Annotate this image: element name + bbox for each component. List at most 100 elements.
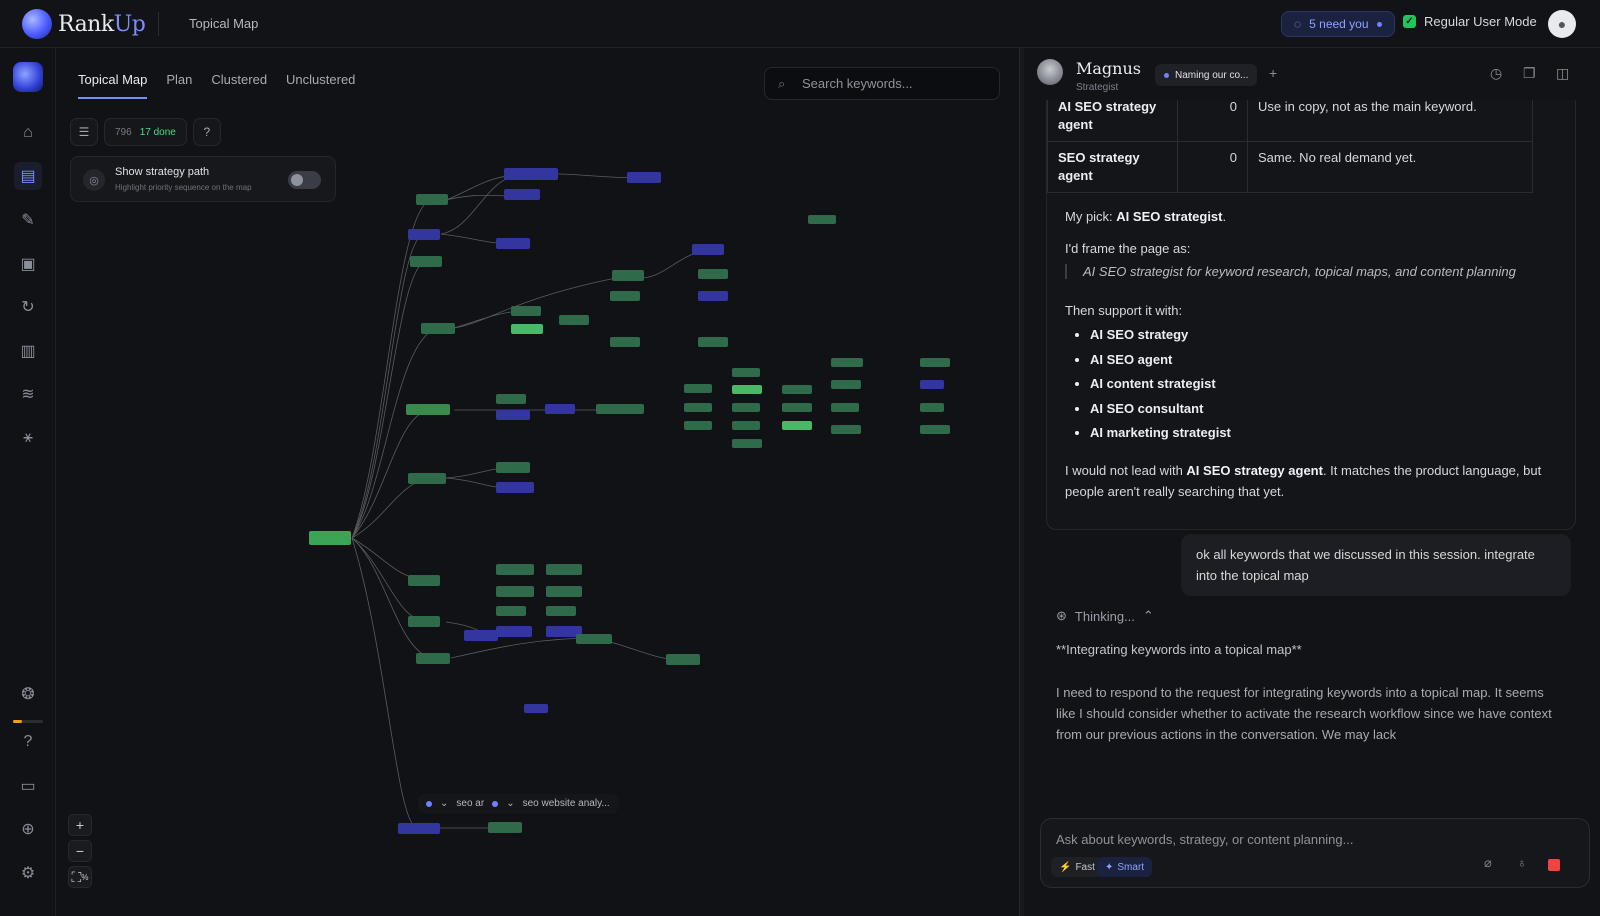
map-node — [920, 358, 950, 367]
microphone-icon[interactable]: ♁ — [1517, 855, 1527, 870]
user-avatar[interactable]: ● — [1548, 10, 1576, 38]
cluster-legend[interactable]: ⌄ seo ar ⌄ seo website analy... — [418, 794, 618, 813]
legend-dot — [492, 800, 499, 807]
volume-cell: 0 — [1177, 141, 1248, 193]
need-you-label: 5 need you — [1309, 17, 1369, 31]
add-user-icon[interactable]: ⊕ — [14, 815, 42, 843]
list-item: AI SEO consultant — [1090, 401, 1231, 426]
conversation-selector[interactable]: Naming our co... — [1155, 64, 1258, 86]
map-node — [684, 384, 712, 393]
page-title: Topical Map — [189, 16, 259, 31]
map-node — [408, 575, 440, 586]
keyword-table: AI SEO strategy agent 0 Use in copy, not… — [1047, 90, 1533, 193]
map-node — [684, 421, 712, 430]
map-node — [808, 215, 836, 224]
legend-item-b[interactable]: seo website analy... — [523, 798, 610, 809]
brand-name: RankUp — [58, 11, 146, 37]
map-node — [406, 404, 450, 415]
chats-icon[interactable]: ❐ — [1523, 65, 1536, 82]
history-icon[interactable]: ◷ — [1490, 65, 1502, 82]
list-item: AI SEO agent — [1090, 352, 1231, 377]
map-node — [920, 425, 950, 434]
fit-view-button[interactable]: ⛶% — [68, 866, 92, 888]
agent-avatar[interactable] — [1037, 59, 1063, 85]
new-conversation-icon[interactable]: + — [1269, 65, 1277, 81]
database-icon[interactable]: ≋ — [14, 380, 42, 408]
chart-icon[interactable]: ▥ — [14, 337, 42, 365]
pulse-icon[interactable]: ❂ — [14, 680, 42, 708]
chevron-down-icon[interactable]: ⌄ — [506, 798, 514, 809]
user-mode-toggle[interactable]: ✓ Regular User Mode — [1403, 14, 1537, 29]
map-node — [496, 586, 534, 597]
home-icon[interactable]: ⌂ — [14, 119, 42, 147]
checkbox-icon[interactable]: ✓ — [1403, 15, 1416, 28]
tab-clustered[interactable]: Clustered — [211, 72, 267, 99]
map-node — [511, 306, 541, 316]
map-node — [496, 238, 530, 249]
workspace-logo-icon[interactable] — [13, 62, 43, 92]
tab-unclustered[interactable]: Unclustered — [286, 72, 355, 99]
filter-sliders-icon[interactable]: ☰ — [70, 118, 98, 146]
clipboard-icon[interactable]: ▣ — [14, 250, 42, 278]
document-icon[interactable]: ✎ — [14, 206, 42, 234]
list-item: AI marketing strategist — [1090, 425, 1231, 450]
map-node — [782, 421, 812, 430]
map-node — [410, 256, 442, 267]
help-icon[interactable]: ? — [14, 728, 42, 756]
chevron-down-icon[interactable]: ⌄ — [440, 798, 448, 809]
panel-toggle-icon[interactable]: ◫ — [1556, 65, 1569, 82]
map-node — [627, 172, 661, 183]
sparkle-icon: ✦ — [1105, 861, 1114, 873]
settings-icon[interactable]: ⚙ — [14, 859, 42, 887]
map-node — [496, 564, 534, 575]
logo-mark-icon — [22, 9, 52, 39]
map-node — [684, 403, 712, 412]
user-mode-label: Regular User Mode — [1424, 14, 1537, 29]
attach-icon[interactable]: ⌀ — [1484, 855, 1492, 871]
conversation-title: Naming our co... — [1175, 69, 1249, 81]
done-count: 17 done — [139, 126, 176, 138]
tab-plan[interactable]: Plan — [166, 72, 192, 99]
map-node — [612, 270, 644, 281]
thinking-toggle[interactable]: ⊛ Thinking... ⌃ — [1056, 608, 1154, 624]
fast-mode-button[interactable]: ⚡ Fast — [1051, 857, 1103, 877]
legend-item-a[interactable]: seo ar — [456, 798, 484, 809]
map-node — [545, 404, 575, 414]
network-icon[interactable]: ⚹ — [14, 424, 42, 452]
refresh-icon[interactable]: ↻ — [14, 293, 42, 321]
divider — [158, 12, 159, 36]
map-node — [610, 291, 640, 301]
map-node — [398, 823, 440, 834]
map-node — [408, 473, 446, 484]
message-icon: ◌ — [1294, 17, 1302, 31]
map-node — [576, 634, 612, 644]
help-icon[interactable]: ? — [192, 118, 221, 146]
fit-icon: ⛶ — [71, 868, 82, 885]
keyword-count-badge[interactable]: 796 17 done — [104, 118, 187, 146]
stop-button[interactable] — [1548, 859, 1560, 871]
map-node — [421, 323, 455, 334]
frame-intro: I'd frame the page as: — [1065, 241, 1191, 256]
map-node — [488, 822, 522, 833]
target-icon: ◎ — [83, 169, 105, 191]
zoom-in-button[interactable]: + — [68, 814, 92, 836]
chat-composer[interactable]: Ask about keywords, strategy, or content… — [1040, 818, 1590, 888]
keyword-cell: SEO strategy agent — [1047, 141, 1178, 193]
strategy-path-panel: ◎ Show strategy path Highlight priority … — [70, 156, 336, 202]
closing-text: I would not lead with AI SEO strategy ag… — [1065, 463, 1542, 499]
app-logo[interactable]: RankUp — [22, 9, 146, 39]
map-node — [920, 403, 944, 412]
need-you-button[interactable]: ◌ 5 need you — [1281, 11, 1395, 37]
map-node — [496, 394, 526, 404]
keyword-search-input[interactable]: ⌕ Search keywords... — [764, 67, 1000, 100]
strategy-path-toggle[interactable] — [288, 171, 321, 189]
tab-topical-map[interactable]: Topical Map — [78, 72, 148, 99]
map-icon[interactable]: ▤ — [14, 162, 42, 190]
status-dot — [1376, 21, 1382, 27]
smart-mode-button[interactable]: ✦ Smart — [1097, 857, 1153, 877]
zoom-out-button[interactable]: − — [68, 840, 92, 862]
chat-icon[interactable]: ▭ — [14, 772, 42, 800]
left-sidebar: ⌂ ▤ ✎ ▣ ↻ ▥ ≋ ⚹ ❂ ? ▭ ⊕ ⚙ — [0, 48, 56, 916]
map-node — [831, 358, 863, 367]
map-node — [782, 385, 812, 394]
